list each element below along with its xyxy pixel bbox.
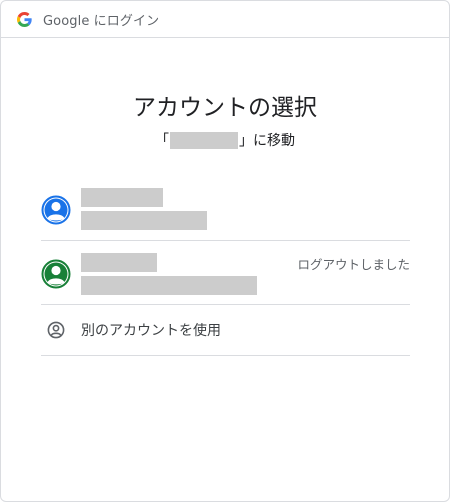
account-list: ログアウトしました 別のアカウントを使用 [41,175,410,356]
use-another-account-label: 別のアカウントを使用 [81,323,221,339]
sign-in-window: Google にログイン アカウントの選択 「 」に移動 ログアウトしました 別… [0,0,450,502]
titlebar: Google にログイン [1,1,449,38]
person-avatar-icon [41,259,71,289]
person-avatar-icon [41,195,71,225]
subtitle-suffix: 」に移動 [239,133,295,149]
redacted-account-name [81,188,163,207]
page-title: アカウントの選択 [133,95,317,121]
use-another-account-button[interactable]: 別のアカウントを使用 [41,305,410,356]
redacted-account-email [81,211,207,230]
account-circle-icon [47,321,65,339]
account-item[interactable] [41,175,410,241]
signed-out-status: ログアウトしました [297,257,410,272]
redacted-account-email [81,276,257,295]
redacted-account-name [81,253,157,272]
continue-to-subtitle: 「 」に移動 [1,130,449,150]
google-g-icon [17,11,32,27]
titlebar-title: Google にログイン [43,13,160,29]
subtitle-prefix: 「 [155,133,169,149]
redacted-app-name [170,131,238,149]
account-item[interactable]: ログアウトしました [41,241,410,305]
